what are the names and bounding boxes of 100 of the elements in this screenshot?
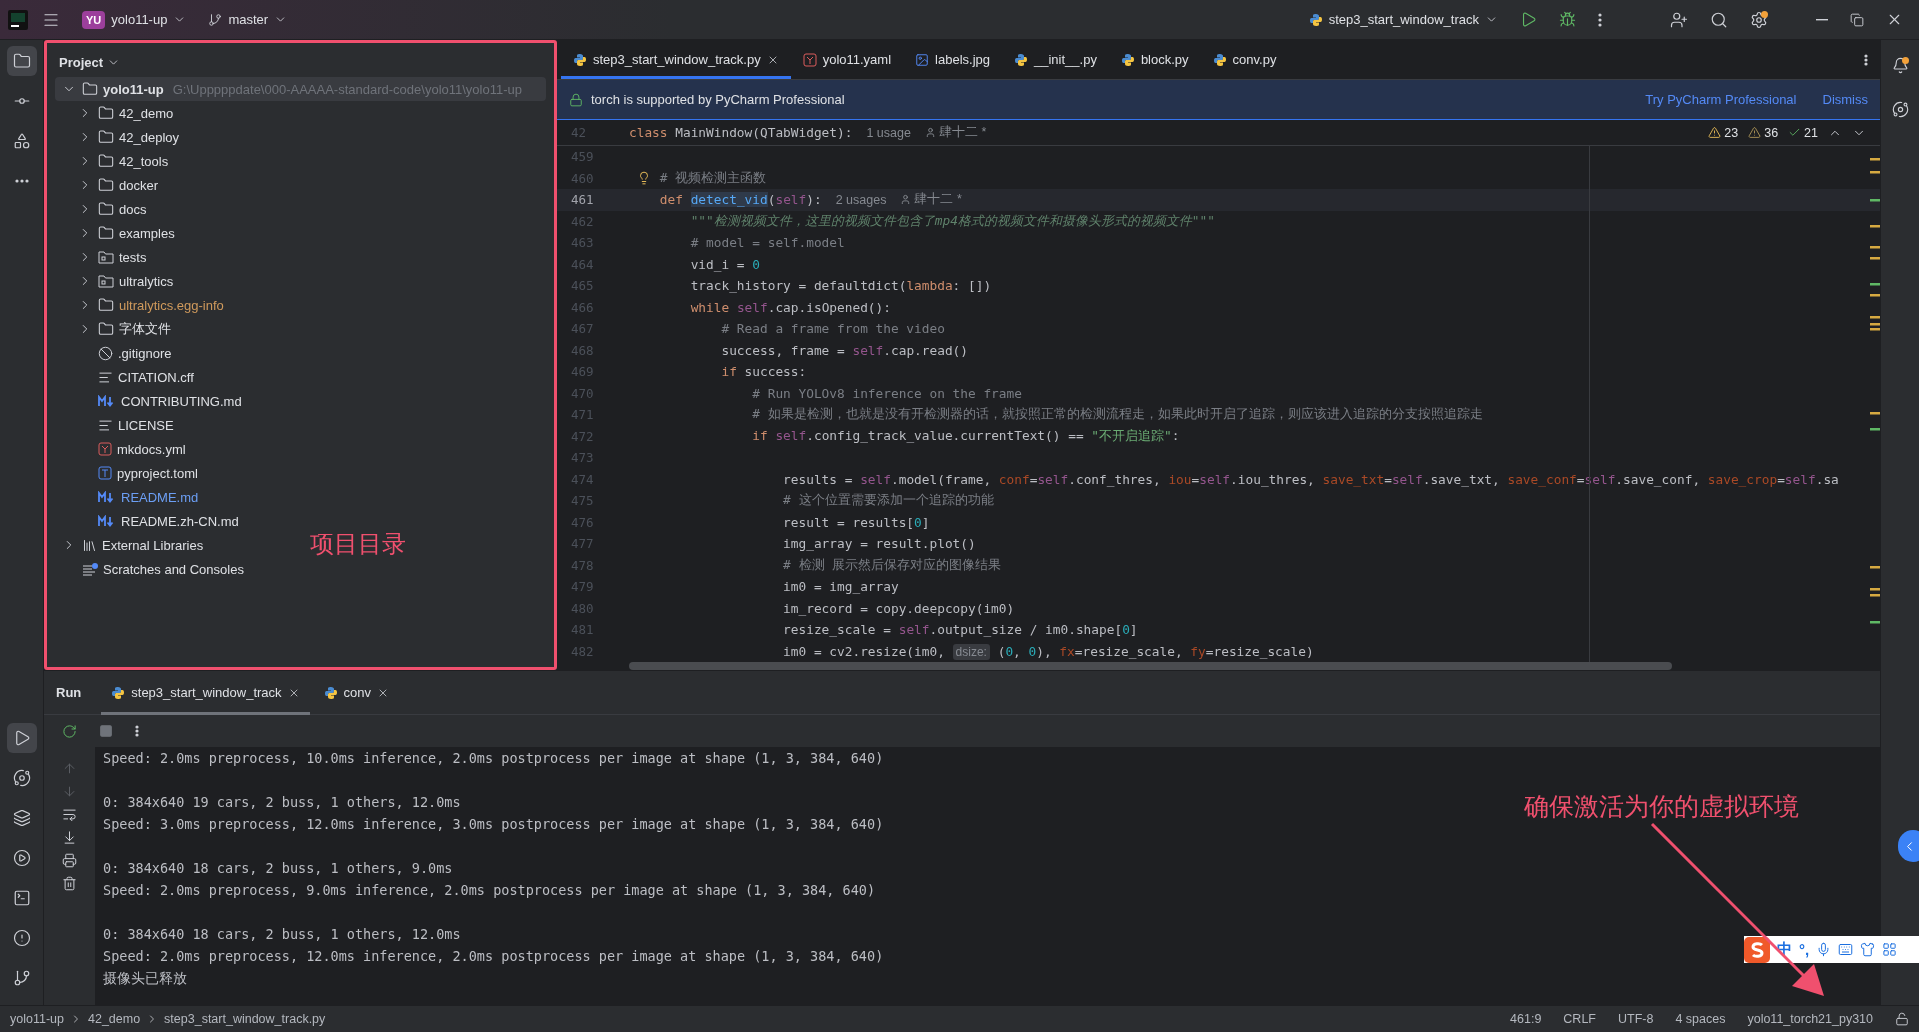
breadcrumb-item[interactable]: 42_demo — [88, 1012, 141, 1026]
toml-file-icon — [98, 466, 112, 480]
image-file-icon — [915, 52, 930, 67]
folder-tool-button[interactable] — [6, 46, 37, 76]
keyboard-icon[interactable] — [1838, 942, 1854, 957]
editor-tab[interactable]: yolo11.yaml — [790, 40, 904, 79]
code-line: resize_scale = self.output_size / im0.shape[0] — [783, 622, 1138, 638]
editor-tab[interactable]: conv.py — [1200, 40, 1289, 79]
run-tab[interactable]: conv — [313, 670, 400, 715]
project-root-name[interactable]: yolo11-up — [103, 81, 164, 97]
branch-switcher[interactable]: master — [200, 4, 296, 35]
warning-icon — [1748, 126, 1762, 139]
tree-item[interactable]: ultralytics — [119, 273, 174, 289]
status-item[interactable]: 4 spaces — [1675, 1012, 1726, 1026]
tree-item[interactable]: 42_demo — [119, 105, 174, 121]
problems-icon — [12, 929, 31, 947]
source-folder-icon — [98, 250, 114, 264]
branch-name: master — [228, 12, 269, 27]
library-icon — [82, 537, 97, 553]
tree-item[interactable]: 42_tools — [119, 153, 169, 169]
run-tool-button[interactable] — [6, 723, 37, 753]
tree-item[interactable]: CITATION.cff — [118, 369, 194, 385]
scroll-to-end-icon[interactable] — [62, 830, 77, 845]
grid-icon[interactable] — [1882, 942, 1898, 957]
tree-item[interactable]: 字体文件 — [119, 320, 171, 338]
dismiss-link[interactable]: Dismiss — [1822, 92, 1868, 107]
tree-item[interactable]: External Libraries — [102, 537, 204, 553]
selected-row[interactable]: yolo11-up G:\Upppppdate\000-AAAAA-standard-code\yolo11\yolo11-up — [55, 77, 546, 101]
terminal-icon — [12, 889, 31, 907]
editor-tab[interactable]: __init__.py — [1002, 40, 1109, 79]
git-branch-icon — [12, 969, 31, 987]
soft-wrap-icon[interactable] — [62, 807, 77, 822]
print-icon[interactable] — [62, 853, 77, 868]
typos-count[interactable]: 21 — [1788, 125, 1818, 140]
tree-item[interactable]: LICENSE — [118, 417, 174, 433]
code-line: img_array = result.plot() — [783, 536, 976, 552]
tree-item[interactable]: README.zh-CN.md — [121, 513, 239, 529]
tree-item[interactable]: ultralytics.egg-info — [119, 297, 224, 313]
tree-item[interactable]: mkdocs.yml — [117, 441, 186, 457]
folder-icon — [82, 81, 98, 97]
tree-item[interactable]: README.md — [121, 489, 199, 505]
annotation-label: 项目目录 — [310, 529, 406, 559]
trash-icon[interactable] — [62, 876, 77, 891]
tree-item[interactable]: 42_deploy — [119, 129, 179, 145]
tree-item[interactable]: Scratches and Consoles — [103, 561, 244, 577]
python-file-icon — [323, 685, 338, 700]
tree-item[interactable]: CONTRIBUTING.md — [121, 393, 242, 409]
app-logo-icon — [8, 9, 28, 30]
console-line: 0: 384x640 19 cars, 2 buss, 1 others, 12.0ms — [103, 793, 461, 812]
breadcrumb-item[interactable]: step3_start_window_track.py — [164, 1012, 326, 1026]
weak-warnings-count[interactable]: 36 — [1748, 125, 1779, 140]
tree-item[interactable]: examples — [119, 225, 175, 241]
folder-icon — [98, 297, 114, 313]
shirt-icon[interactable] — [1860, 942, 1876, 957]
search-icon — [1710, 10, 1728, 29]
microphone-icon[interactable] — [1816, 942, 1832, 957]
folder-icon — [98, 153, 114, 169]
code-line: track_history = defaultdict(lambda: []) — [690, 278, 992, 294]
author-hint[interactable]: 肆十二 * — [900, 191, 962, 209]
author-hint[interactable]: 肆十二 * — [924, 124, 987, 141]
ime-punctuation[interactable]: °, — [1799, 941, 1810, 958]
run-configuration-name: step3_start_window_track — [1328, 12, 1479, 27]
breadcrumb-item[interactable]: yolo11-up — [10, 1012, 64, 1026]
scratches-icon — [82, 562, 98, 576]
folder-icon — [98, 105, 114, 121]
lightbulb-icon[interactable] — [637, 171, 651, 186]
project-name: yolo11-up — [111, 12, 168, 27]
tree-item[interactable]: pyproject.toml — [117, 465, 198, 481]
status-item[interactable]: UTF-8 — [1618, 1012, 1654, 1026]
run-configuration-selector[interactable]: step3_start_window_track — [1300, 4, 1506, 35]
code-line: def detect_vid(self): — [659, 192, 822, 208]
more-icon — [135, 725, 139, 737]
panel-title[interactable]: Project — [59, 54, 104, 70]
python-file-icon — [573, 52, 587, 67]
editor-tab[interactable]: block.py — [1108, 40, 1201, 79]
status-item[interactable]: 461:9 — [1510, 1012, 1542, 1026]
usages-hint[interactable]: 2 usages — [835, 192, 887, 207]
try-professional-link[interactable]: Try PyCharm Professional — [1645, 92, 1797, 107]
more-icon — [1598, 12, 1602, 27]
console-icon — [12, 769, 31, 787]
status-item[interactable]: yolo11_torch21_py310 — [1747, 1012, 1873, 1026]
rerun-icon — [62, 723, 77, 739]
unlock-icon[interactable] — [1895, 1012, 1909, 1026]
tree-item[interactable]: docker — [119, 177, 159, 193]
project-switcher[interactable]: YU yolo11-up — [74, 4, 195, 35]
structure-icon — [12, 132, 31, 150]
console-line: 0: 384x640 18 cars, 2 buss, 1 others, 12.0ms — [103, 925, 461, 944]
tree-item[interactable]: .gitignore — [118, 345, 172, 361]
status-item[interactable]: CRLF — [1563, 1012, 1596, 1026]
usages-hint[interactable]: 1 usage — [866, 125, 911, 140]
code-line: # Read a frame from the video — [721, 321, 945, 337]
lock-icon — [569, 92, 583, 107]
editor-tab[interactable]: labels.jpg — [903, 40, 1002, 79]
tree-item[interactable]: tests — [119, 249, 147, 265]
warnings-count[interactable]: 23 — [1708, 125, 1739, 140]
horizontal-scrollbar[interactable] — [629, 662, 1672, 670]
markdown-file-icon — [98, 395, 116, 407]
python-file-icon — [1212, 52, 1227, 67]
tree-item[interactable]: docs — [119, 201, 147, 217]
settings-icon — [1750, 10, 1768, 29]
